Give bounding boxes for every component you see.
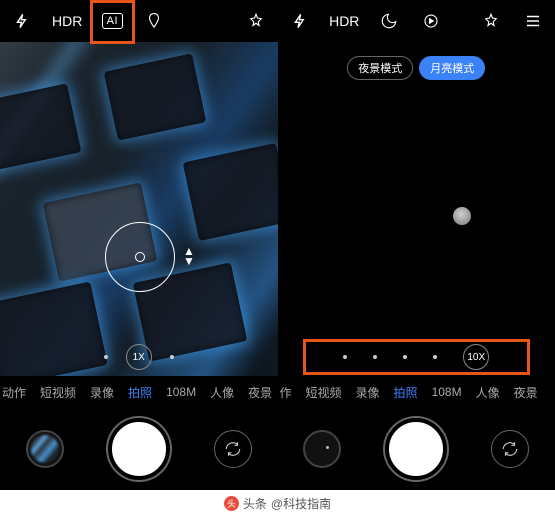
gallery-thumbnail[interactable] <box>26 430 64 468</box>
hdr-toggle[interactable]: HDR <box>52 9 82 33</box>
mode-item-active[interactable]: 拍照 <box>128 384 152 401</box>
mode-item[interactable]: 短视频 <box>40 384 76 401</box>
focus-ring[interactable] <box>105 222 175 292</box>
mode-item[interactable]: 作 <box>280 384 292 401</box>
camera-pane-right: HDR 夜景模式 月亮模式 <box>278 0 555 490</box>
switch-camera-button[interactable] <box>491 430 529 468</box>
flash-icon[interactable] <box>10 9 34 33</box>
mode-item[interactable]: 录像 <box>356 384 380 401</box>
attribution-handle: @科技指南 <box>271 495 331 512</box>
shutter-bar-left <box>0 408 278 490</box>
top-toolbar-right: HDR <box>278 0 555 42</box>
moon-mode-icon[interactable] <box>377 9 401 33</box>
pill-moon-mode[interactable]: 月亮模式 <box>419 56 485 80</box>
attribution-bar: 头 头条 @科技指南 <box>0 490 555 516</box>
mode-item[interactable]: 108M <box>432 385 462 399</box>
flash-icon[interactable] <box>288 9 312 33</box>
zoom-dot[interactable] <box>104 355 108 359</box>
mode-item[interactable]: 短视频 <box>306 384 342 401</box>
night-preview-bg <box>278 42 555 376</box>
moon-subject <box>453 207 471 225</box>
filter-icon[interactable] <box>142 9 166 33</box>
highlight-ai-button <box>90 0 135 44</box>
live-photo-icon[interactable] <box>419 9 443 33</box>
switch-camera-button[interactable] <box>214 430 252 468</box>
mode-strip-left[interactable]: 动作 短视频 录像 拍照 108M 人像 夜景 <box>0 376 278 408</box>
zoom-dot[interactable] <box>170 355 174 359</box>
night-mode-pills: 夜景模式 月亮模式 <box>347 56 485 80</box>
shutter-bar-right <box>278 408 555 490</box>
mode-item[interactable]: 108M <box>166 385 196 399</box>
mode-item[interactable]: 录像 <box>90 384 114 401</box>
attribution-prefix: 头条 <box>243 495 267 512</box>
hdr-toggle[interactable]: HDR <box>330 9 360 33</box>
zoom-row-left: 1X <box>104 344 174 370</box>
viewfinder-left[interactable]: ▲▼ 1X <box>0 42 278 376</box>
effects-icon[interactable] <box>479 9 503 33</box>
mode-item[interactable]: 夜景 <box>514 384 538 401</box>
camera-pane-left: HDR AI ▲▼ 1X <box>0 0 278 490</box>
mode-item[interactable]: 动作 <box>2 384 26 401</box>
mode-item-active[interactable]: 拍照 <box>394 384 418 401</box>
mode-item[interactable]: 人像 <box>210 384 234 401</box>
viewfinder-right[interactable]: 夜景模式 月亮模式 10X <box>278 42 555 376</box>
gallery-thumbnail[interactable] <box>303 430 341 468</box>
pill-night-mode[interactable]: 夜景模式 <box>347 56 413 80</box>
zoom-level-button[interactable]: 1X <box>126 344 152 370</box>
shutter-button[interactable] <box>108 418 170 480</box>
mode-strip-right[interactable]: 作 短视频 录像 拍照 108M 人像 夜景 <box>278 376 555 408</box>
toutiao-logo-icon: 头 <box>224 496 239 511</box>
highlight-zoom-row <box>303 339 531 375</box>
effects-icon[interactable] <box>244 9 268 33</box>
mode-item[interactable]: 夜景 <box>248 384 272 401</box>
menu-icon[interactable] <box>521 9 545 33</box>
shutter-button[interactable] <box>385 418 447 480</box>
exposure-slider-icon[interactable]: ▲▼ <box>183 247 195 265</box>
top-toolbar-left: HDR AI <box>0 0 278 42</box>
mode-item[interactable]: 人像 <box>476 384 500 401</box>
